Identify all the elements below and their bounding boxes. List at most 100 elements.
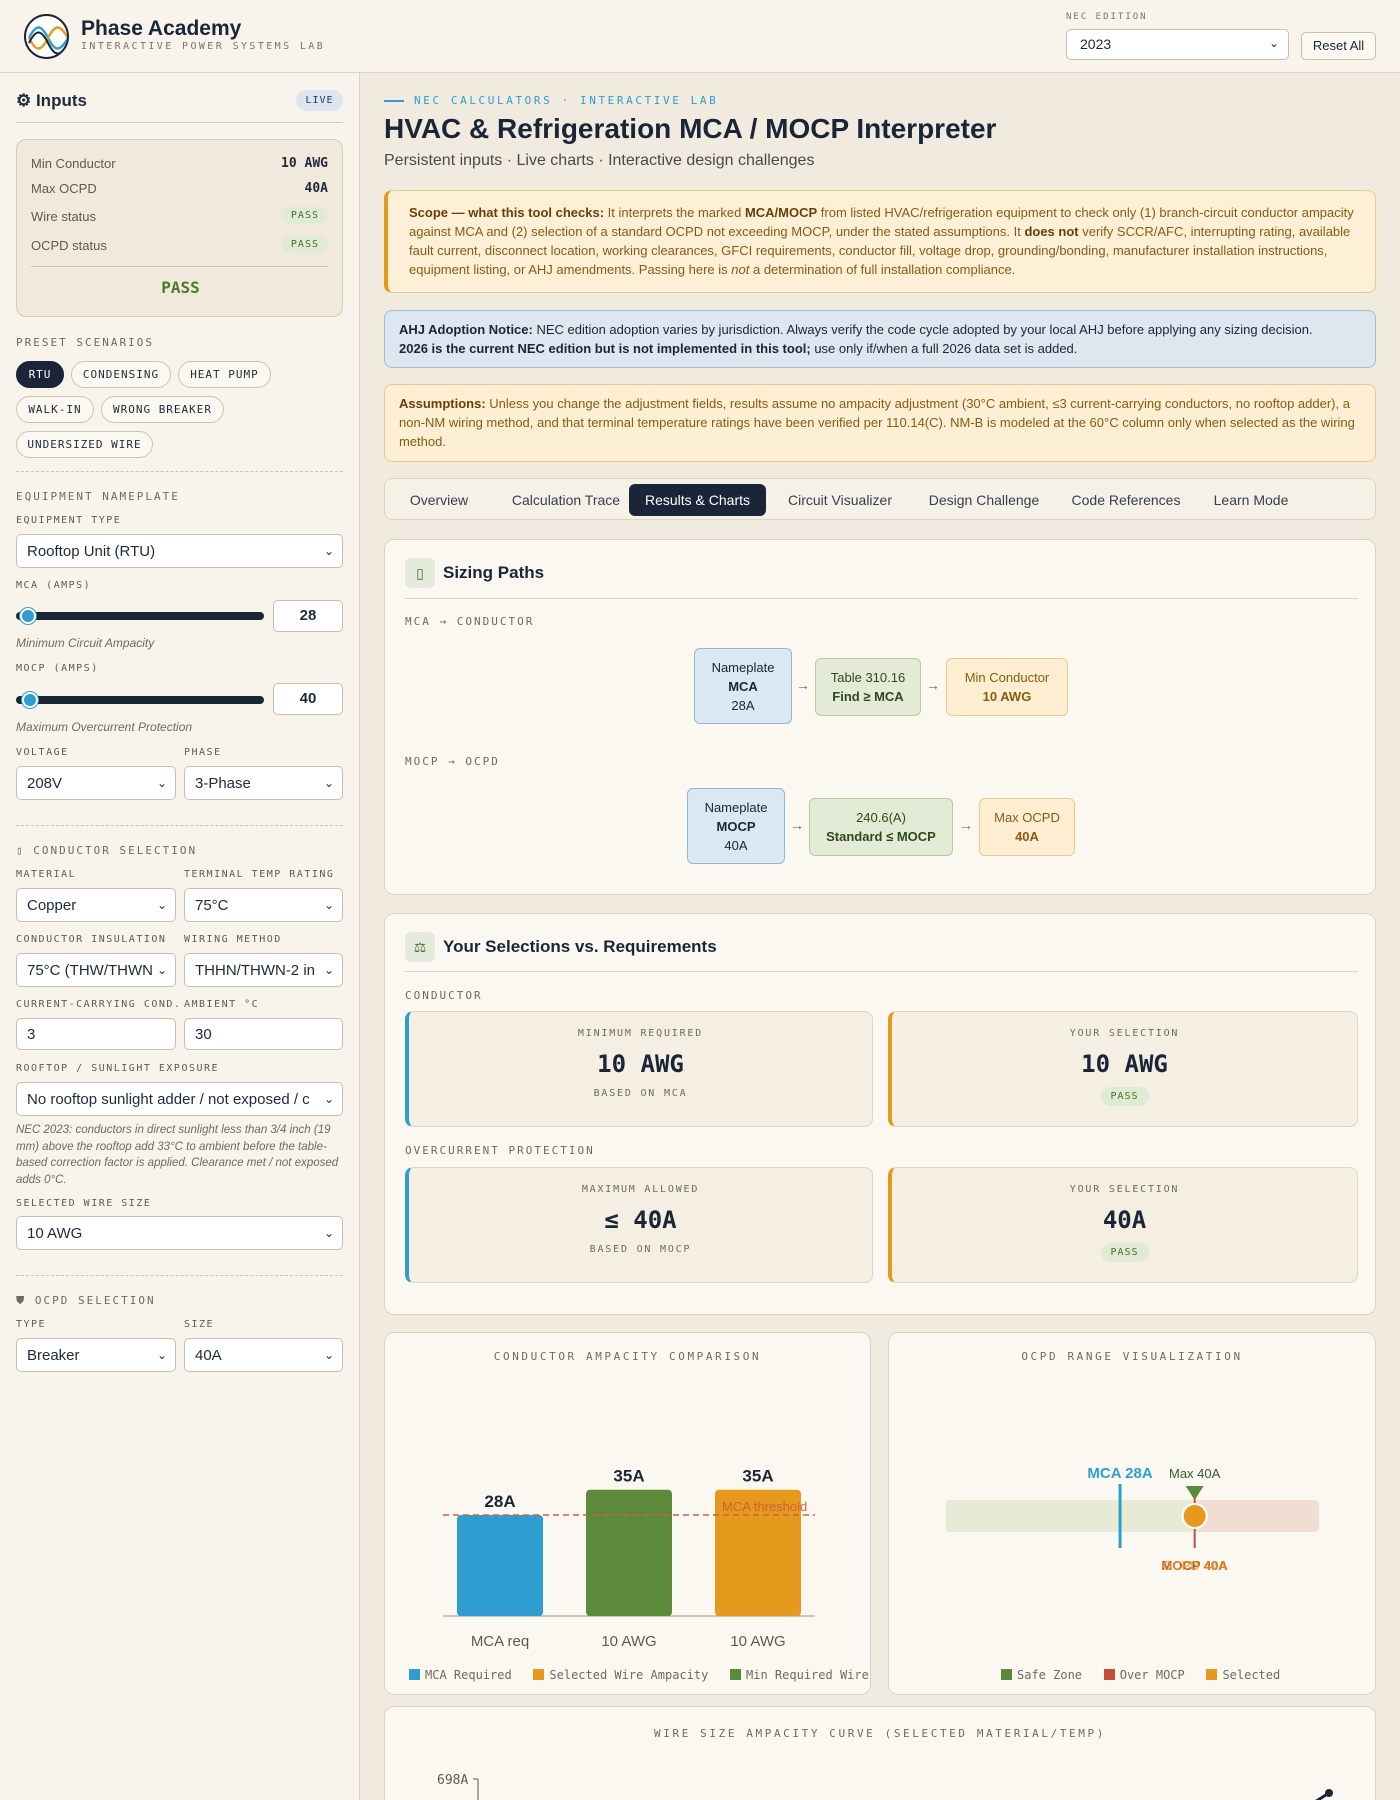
voltage-value: 208V xyxy=(27,775,63,792)
ocpd-size-select[interactable]: 40A ⌄ xyxy=(184,1338,343,1372)
tab-circuit-visualizer[interactable]: Circuit Visualizer xyxy=(770,484,910,516)
wire-status-badge: PASS xyxy=(281,207,328,224)
tab-design-challenge[interactable]: Design Challenge xyxy=(914,484,1054,516)
mca-slider-thumb[interactable] xyxy=(20,608,36,624)
ocpd-range-card: OCPD RANGE VISUALIZATION MCA 28A Max 40A M… xyxy=(888,1332,1376,1695)
overall-status: PASS xyxy=(161,278,200,297)
legend-swatch xyxy=(730,1669,742,1680)
chevron-down-icon: ⌄ xyxy=(152,1348,167,1362)
chevron-down-icon: ⌄ xyxy=(319,898,334,912)
chevron-down-icon: ⌄ xyxy=(152,963,167,977)
conductor-required-value: 10 AWG xyxy=(597,1050,684,1078)
tab-overview[interactable]: Overview xyxy=(391,484,487,516)
bar-value-label: 35A xyxy=(742,1467,773,1486)
preset-undersized-wire[interactable]: UNDERSIZED WIRE xyxy=(16,431,153,458)
divider xyxy=(31,266,328,267)
table-310-16-line2: Find ≥ MCA xyxy=(832,689,904,704)
ampacity-bar-chart: 28A MCA req 35A 10 AWG 35A 10 AWG MCA threshol… xyxy=(443,1467,815,1650)
ahj-text-2: use only if/when a full 2026 data set is… xyxy=(810,341,1078,356)
preset-condensing[interactable]: CONDENSING xyxy=(71,361,171,388)
material-select[interactable]: Copper ⌄ xyxy=(16,888,176,922)
ocpd-legend: Safe Zone Over MOCP Selected xyxy=(1001,1668,1280,1682)
chevron-down-icon: ⌄ xyxy=(319,1092,334,1106)
assumptions-lead: Assumptions: xyxy=(399,396,486,411)
mocp-slider[interactable] xyxy=(16,696,264,704)
ocp-pass-badge: PASS xyxy=(1100,1243,1149,1262)
divider xyxy=(405,598,1358,599)
equipment-type-value: Rooftop Unit (RTU) xyxy=(27,543,156,560)
conductor-section-label: CONDUCTOR xyxy=(405,989,483,1002)
mca-slider[interactable] xyxy=(16,612,264,620)
wire-size-select[interactable]: 10 AWG ⌄ xyxy=(16,1216,343,1250)
phase-select[interactable]: 3-Phase ⌄ xyxy=(184,766,343,800)
nameplate-mca-line1: Nameplate xyxy=(711,660,775,675)
reset-all-button[interactable]: Reset All xyxy=(1301,32,1376,60)
sizing-paths-title: Sizing Paths xyxy=(443,563,545,582)
ocpd-size-label: SIZE xyxy=(184,1319,215,1330)
equipment-nameplate-label: EQUIPMENT NAMEPLATE xyxy=(16,490,180,503)
phase-label: PHASE xyxy=(184,747,222,758)
ccc-input[interactable]: 3 xyxy=(16,1018,176,1050)
preset-rtu[interactable]: RTU xyxy=(16,361,64,388)
equipment-type-select[interactable]: Rooftop Unit (RTU) ⌄ xyxy=(16,534,343,568)
voltage-select[interactable]: 208V ⌄ xyxy=(16,766,176,800)
conductor-selection-label: ▯ CONDUCTOR SELECTION xyxy=(16,844,198,857)
tab-learn-mode[interactable]: Learn Mode xyxy=(1198,484,1304,516)
category-label: MCA req xyxy=(471,1633,529,1650)
inputs-title: ⚙ Inputs xyxy=(16,91,87,110)
divider xyxy=(16,122,343,123)
legend-selected: Selected xyxy=(1222,1668,1281,1682)
breadcrumb: NEC CALCULATORS · INTERACTIVE LAB xyxy=(414,94,719,107)
ocpd-type-value: Breaker xyxy=(27,1347,80,1364)
section-240-6-line2: Standard ≤ MOCP xyxy=(826,829,936,844)
legend-swatch xyxy=(1001,1669,1012,1680)
table-310-16-box: Table 310.16 Find ≥ MCA xyxy=(815,658,921,716)
chevron-down-icon: ⌄ xyxy=(319,776,334,790)
page-title: HVAC & Refrigeration MCA / MOCP Interpre… xyxy=(384,113,997,144)
tab-calculation-trace[interactable]: Calculation Trace xyxy=(492,484,640,516)
mca-marker-label: MCA 28A xyxy=(1087,1465,1152,1482)
ocpd-type-select[interactable]: Breaker ⌄ xyxy=(16,1338,176,1372)
max-ocpd-row: Max OCPD 40A xyxy=(31,181,328,196)
mocp-slider-thumb[interactable] xyxy=(22,692,38,708)
wiring-method-label: WIRING METHOD xyxy=(184,934,282,945)
rooftop-select[interactable]: No rooftop sunlight adder / not exposed … xyxy=(16,1082,343,1116)
nameplate-mca-box: Nameplate MCA 28A xyxy=(694,648,792,724)
nec-edition-label: NEC EDITION xyxy=(1066,12,1148,22)
insulation-select[interactable]: 75°C (THW/THWN ⌄ xyxy=(16,953,176,987)
ocpd-selection-label: ⛊ OCPD SELECTION xyxy=(16,1294,156,1307)
section-240-6-box: 240.6(A) Standard ≤ MOCP xyxy=(809,798,953,856)
wiring-method-select[interactable]: THHN/THWN-2 in ⌄ xyxy=(184,953,343,987)
preset-heat-pump[interactable]: HEAT PUMP xyxy=(178,361,271,388)
tab-code-references[interactable]: Code References xyxy=(1056,484,1196,516)
min-conductor-line2: 10 AWG xyxy=(982,689,1032,704)
bar-value-label: 35A xyxy=(613,1467,644,1486)
tab-results-charts[interactable]: Results & Charts xyxy=(629,484,766,516)
ocp-max-value: ≤ 40A xyxy=(604,1206,677,1234)
preset-wrong-breaker[interactable]: WRONG BREAKER xyxy=(101,396,224,423)
terminal-temp-select[interactable]: 75°C ⌄ xyxy=(184,888,343,922)
ocpd-size-value: 40A xyxy=(195,1347,222,1364)
scope-italic: not xyxy=(731,262,750,277)
wiring-method-value: THHN/THWN-2 in xyxy=(195,962,315,979)
legend-swatch xyxy=(409,1669,420,1680)
mocp-hint: Maximum Overcurrent Protection xyxy=(16,720,193,734)
mca-label: MCA (AMPS) xyxy=(16,580,92,591)
legend-min-required-wire: Min Required Wire xyxy=(746,1668,869,1682)
min-conductor-label: Min Conductor xyxy=(31,156,116,171)
mca-input[interactable]: 28 xyxy=(273,600,343,632)
logo-icon xyxy=(24,14,69,59)
scope-lead: Scope — what this tool checks: xyxy=(409,205,605,220)
arrow-icon: → xyxy=(796,677,810,693)
chevron-down-icon: ⌄ xyxy=(152,898,167,912)
preset-walk-in[interactable]: WALK-IN xyxy=(16,396,94,423)
arrow-icon: → xyxy=(926,677,940,693)
wire-size-label: SELECTED WIRE SIZE xyxy=(16,1198,152,1209)
ambient-input[interactable]: 30 xyxy=(184,1018,343,1050)
wire-status-label: Wire status xyxy=(31,209,97,224)
brand-subtitle: INTERACTIVE POWER SYSTEMS LAB xyxy=(81,41,326,52)
nec-edition-select[interactable]: 2023 ⌄ xyxy=(1066,29,1289,60)
mocp-input[interactable]: 40 xyxy=(273,683,343,715)
ccc-label: CURRENT-CARRYING COND. xyxy=(16,999,182,1010)
ocp-selection-box: YOUR SELECTION 40A PASS xyxy=(888,1167,1358,1283)
